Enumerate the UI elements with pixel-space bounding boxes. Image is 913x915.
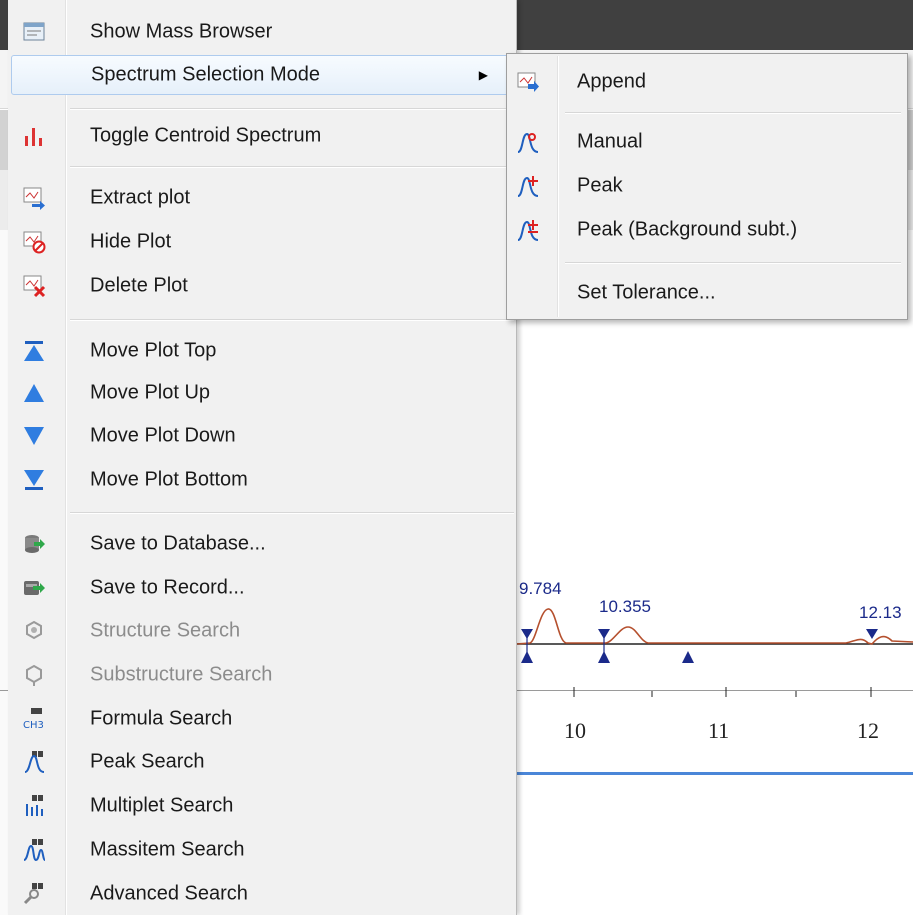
chromatogram-trace: [516, 608, 913, 645]
left-edge: [0, 230, 8, 915]
hide-plot-icon: [22, 230, 46, 254]
menu-item-label: Show Mass Browser: [90, 20, 273, 43]
menu-item-move-plot-top[interactable]: Move Plot Top: [8, 331, 516, 371]
menu-item-label: Hide Plot: [90, 230, 172, 253]
menu-item-multiplet-search[interactable]: Multiplet Search: [8, 786, 516, 826]
menu-item-spectrum-selection-mode[interactable]: Spectrum Selection Mode ▶: [11, 55, 511, 95]
menu-item-label: Multiplet Search: [90, 794, 234, 817]
submenu-item-append[interactable]: Append: [507, 62, 907, 102]
menu-item-show-mass-browser[interactable]: Show Mass Browser: [8, 12, 516, 52]
spectrum-selection-submenu: Append Manual Peak Peak (Background subt…: [506, 53, 908, 320]
x-tick-label: 12: [857, 718, 879, 743]
x-tick-label: 10: [564, 718, 586, 743]
peak-label: 10.355: [599, 597, 651, 616]
advanced-search-icon: [22, 882, 46, 906]
menu-item-substructure-search[interactable]: Substructure Search: [8, 655, 516, 695]
save-record-icon: [22, 576, 46, 600]
menu-item-label: Formula Search: [90, 707, 233, 730]
submenu-item-label: Manual: [577, 130, 643, 153]
menu-item-label: Save to Database...: [90, 532, 266, 555]
substructure-search-icon: [22, 663, 46, 687]
submenu-item-label: Append: [577, 70, 646, 93]
menu-item-extract-plot[interactable]: Extract plot: [8, 178, 516, 218]
move-top-icon: [22, 339, 46, 363]
structure-search-icon: [22, 619, 46, 643]
menu-item-save-to-database[interactable]: Save to Database...: [8, 524, 516, 564]
peak-start-marker: [866, 629, 878, 639]
submenu-item-label: Peak (Background subt.): [577, 218, 798, 241]
multiplet-search-icon: [22, 794, 46, 818]
menu-item-advanced-search[interactable]: Advanced Search: [8, 874, 516, 914]
peak-icon: [516, 174, 540, 198]
menu-item-label: Peak Search: [90, 750, 205, 773]
menu-item-label: Massitem Search: [90, 838, 245, 861]
submenu-item-label: Peak: [577, 174, 623, 197]
menu-item-save-to-record[interactable]: Save to Record...: [8, 568, 516, 608]
menu-item-label: Spectrum Selection Mode: [91, 63, 321, 86]
menu-item-label: Advanced Search: [90, 882, 248, 905]
menu-item-label: Extract plot: [90, 186, 191, 209]
peak-end-marker: [682, 651, 694, 663]
submenu-item-manual[interactable]: Manual: [507, 122, 907, 162]
menu-item-label: Move Plot Up: [90, 381, 211, 404]
menu-separator: [70, 319, 514, 321]
move-up-icon: [22, 381, 46, 405]
peak-label: 9.784: [519, 579, 562, 598]
mass-browser-icon: [22, 20, 46, 44]
menu-item-delete-plot[interactable]: Delete Plot: [8, 266, 516, 306]
menu-item-formula-search[interactable]: CH3 Formula Search: [8, 699, 516, 739]
context-menu: Show Mass Browser Spectrum Selection Mod…: [8, 0, 517, 915]
submenu-arrow-icon: ▶: [478, 68, 488, 82]
menu-separator: [565, 112, 901, 114]
menu-item-label: Toggle Centroid Spectrum: [90, 124, 322, 147]
chromatogram-plot[interactable]: 9.784 10.355 12.13: [516, 575, 913, 705]
menu-item-toggle-centroid-spectrum[interactable]: Toggle Centroid Spectrum: [8, 116, 516, 156]
menu-separator: [70, 108, 514, 110]
menu-item-move-plot-bottom[interactable]: Move Plot Bottom: [8, 460, 516, 500]
menu-item-move-plot-down[interactable]: Move Plot Down: [8, 416, 516, 456]
selection-line: [516, 772, 913, 775]
menu-item-label: Substructure Search: [90, 663, 273, 686]
submenu-item-peak-background-subt[interactable]: Peak (Background subt.): [507, 210, 907, 250]
manual-peak-icon: [516, 130, 540, 154]
append-icon: [516, 70, 540, 94]
peak-label: 12.13: [859, 603, 902, 622]
menu-item-structure-search[interactable]: Structure Search: [8, 611, 516, 651]
menu-item-hide-plot[interactable]: Hide Plot: [8, 222, 516, 262]
svg-text:CH3: CH3: [23, 720, 44, 731]
centroid-bars-icon: [22, 124, 46, 148]
delete-plot-icon: [22, 274, 46, 298]
formula-search-icon: CH3: [22, 707, 46, 731]
menu-separator: [70, 512, 514, 514]
move-down-icon: [22, 424, 46, 448]
extract-plot-icon: [22, 186, 46, 210]
peak-search-icon: [22, 750, 46, 774]
menu-item-label: Delete Plot: [90, 274, 188, 297]
menu-item-massitem-search[interactable]: Massitem Search: [8, 830, 516, 870]
menu-item-label: Save to Record...: [90, 576, 245, 599]
menu-item-label: Move Plot Down: [90, 424, 236, 447]
menu-separator: [565, 262, 901, 264]
menu-separator: [70, 166, 514, 168]
submenu-item-peak[interactable]: Peak: [507, 166, 907, 206]
menu-item-label: Structure Search: [90, 619, 241, 642]
menu-item-label: Move Plot Top: [90, 339, 217, 362]
x-tick-label: 11: [708, 718, 730, 743]
menu-item-label: Move Plot Bottom: [90, 468, 248, 491]
menu-item-peak-search[interactable]: Peak Search: [8, 742, 516, 782]
menu-item-move-plot-up[interactable]: Move Plot Up: [8, 373, 516, 413]
submenu-item-set-tolerance[interactable]: Set Tolerance...: [507, 273, 907, 313]
peak-background-icon: [516, 218, 540, 242]
save-database-icon: [22, 532, 46, 556]
move-bottom-icon: [22, 468, 46, 492]
massitem-search-icon: [22, 838, 46, 862]
submenu-item-label: Set Tolerance...: [577, 281, 716, 304]
